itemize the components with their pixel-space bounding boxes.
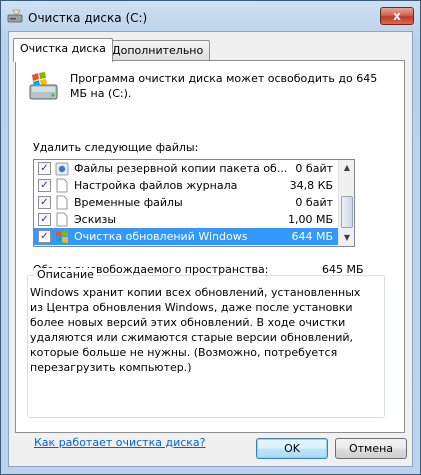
checkbox[interactable]: ✓ xyxy=(38,196,51,209)
file-size: 0 байт xyxy=(295,196,333,209)
description-text: Windows хранит копии всех обновлений, ус… xyxy=(30,286,361,374)
file-size: 644 МБ xyxy=(291,230,333,243)
windows-update-icon xyxy=(56,230,68,243)
cancel-button[interactable]: Отмена xyxy=(335,438,407,459)
document-icon xyxy=(56,195,68,210)
file-name: Файлы резервной копии пакета об... xyxy=(74,162,288,175)
title-bar[interactable]: Очистка диска (C:) x xyxy=(1,1,420,31)
help-link[interactable]: Как работает очистка диска? xyxy=(34,436,206,449)
tab-label: Очистка диска xyxy=(20,42,106,55)
drive-cleanup-icon xyxy=(29,72,58,100)
package-icon xyxy=(55,162,69,176)
list-item-selected[interactable]: ✓ Очистка обновлений Windows 644 МБ xyxy=(34,228,339,245)
intro-text: Программа очистки диска может освободить… xyxy=(70,72,378,100)
list-item[interactable]: ✓ Настройка файлов журнала 34,8 КБ xyxy=(34,177,339,194)
file-name: Временные файлы xyxy=(74,196,183,209)
tab-disk-cleanup[interactable]: Очистка диска xyxy=(13,38,113,62)
file-name: Настройка файлов журнала xyxy=(74,179,238,192)
checkbox[interactable]: ✓ xyxy=(38,213,51,226)
file-name: Очистка обновлений Windows xyxy=(74,230,248,243)
file-size: 34,8 КБ xyxy=(289,179,333,192)
tab-advanced[interactable]: Дополнительно xyxy=(105,40,211,61)
file-list[interactable]: ✓ Файлы резервной копии пакета об... 0 б… xyxy=(33,159,355,247)
ok-label: OK xyxy=(284,442,300,455)
ok-button[interactable]: OK xyxy=(256,438,328,459)
disk-cleanup-icon xyxy=(7,9,23,23)
list-scrollbar[interactable]: ▲ ▼ xyxy=(338,160,354,246)
tab-panel: Программа очистки диска может освободить… xyxy=(15,60,405,449)
file-size: 0 байт xyxy=(295,162,333,175)
document-icon xyxy=(56,178,68,193)
list-item[interactable]: ✓ Файлы резервной копии пакета об... 0 б… xyxy=(34,160,339,177)
file-size: 1,00 МБ xyxy=(287,213,333,226)
list-item[interactable]: ✓ Временные файлы 0 байт xyxy=(34,194,339,211)
files-to-delete-label: Удалить следующие файлы: xyxy=(33,141,199,154)
tab-label: Дополнительно xyxy=(112,44,204,57)
dialog-client-area: Очистка диска Дополнительно Программа оч… xyxy=(8,31,413,467)
scroll-thumb[interactable] xyxy=(341,196,353,228)
description-title: Описание xyxy=(34,268,97,281)
window-title: Очистка диска (C:) xyxy=(28,11,148,25)
cancel-label: Отмена xyxy=(348,442,394,455)
disk-cleanup-window: Очистка диска (C:) x Очистка диска Допол… xyxy=(0,0,421,475)
scroll-down-icon[interactable]: ▼ xyxy=(339,230,354,246)
scroll-up-icon[interactable]: ▲ xyxy=(339,160,354,176)
checkbox[interactable]: ✓ xyxy=(38,230,51,243)
close-button[interactable]: x xyxy=(380,7,414,25)
close-icon: x xyxy=(393,9,401,23)
list-item[interactable]: ✓ Эскизы 1,00 МБ xyxy=(34,211,339,228)
file-name: Эскизы xyxy=(74,213,117,226)
checkbox[interactable]: ✓ xyxy=(38,162,51,175)
checkbox[interactable]: ✓ xyxy=(38,179,51,192)
document-icon xyxy=(56,212,68,227)
